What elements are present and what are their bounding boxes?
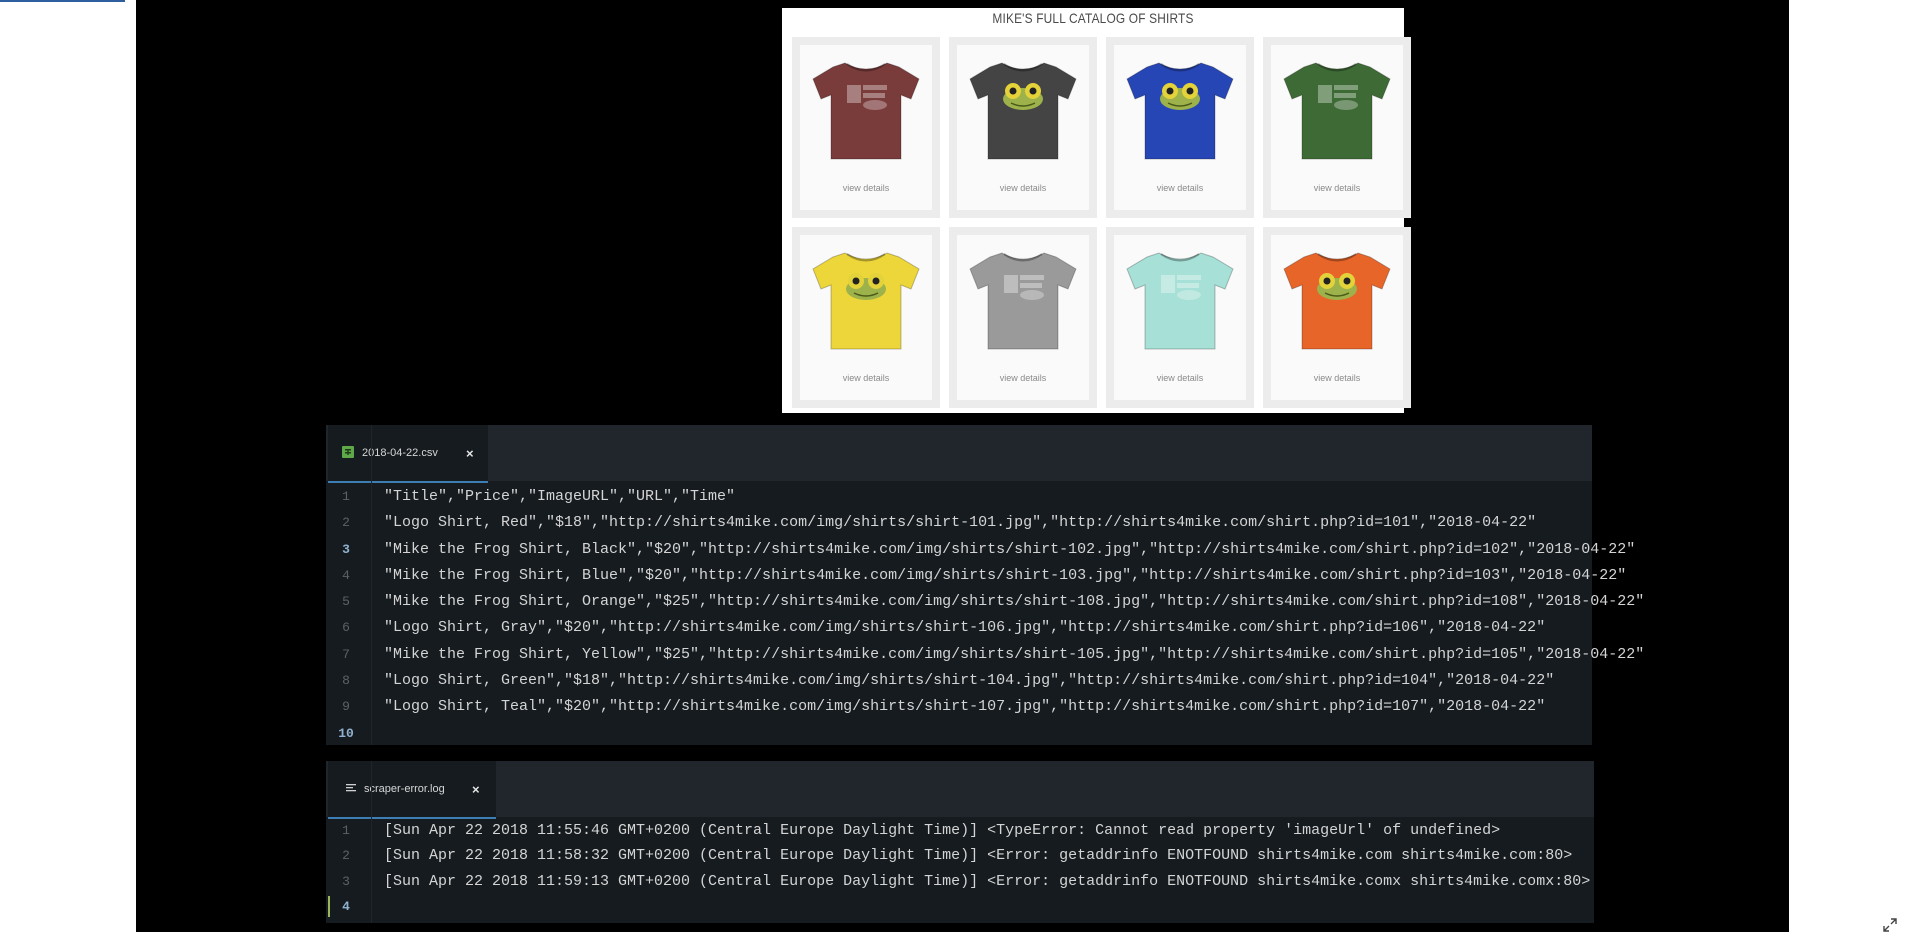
view-details-link[interactable]: view details bbox=[800, 373, 932, 383]
line-number: 1 bbox=[342, 823, 350, 838]
code-line[interactable]: 2 "Logo Shirt, Red","$18","http://shirts4… bbox=[326, 510, 1592, 536]
view-details-link[interactable]: view details bbox=[957, 373, 1089, 383]
product-card-inner: view details bbox=[800, 235, 932, 400]
catalog-title: MIKE'S FULL CATALOG OF SHIRTS bbox=[992, 10, 1194, 26]
code-line[interactable]: 4 bbox=[326, 894, 1594, 919]
code-line[interactable]: 5 "Mike the Frog Shirt, Orange","$25","ht… bbox=[326, 589, 1644, 615]
close-log-tab-icon[interactable]: × bbox=[472, 782, 480, 797]
code-line[interactable]: 9 "Logo Shirt, Teal","$20","http://shirts… bbox=[326, 694, 1592, 720]
fullscreen-expand-icon[interactable] bbox=[1882, 917, 1898, 933]
product-card-inner: view details bbox=[957, 45, 1089, 210]
log-tab-label: scraper-error.log bbox=[364, 783, 445, 795]
video-stage: MIKE'S FULL CATALOG OF SHIRTS view detai… bbox=[136, 0, 1789, 932]
text-file-icon bbox=[346, 783, 356, 796]
view-details-link[interactable]: view details bbox=[1271, 183, 1403, 193]
product-card[interactable]: view details bbox=[1263, 227, 1411, 408]
csv-code-area[interactable]: 1 "Title","Price","ImageURL","URL","Time"… bbox=[326, 484, 1644, 747]
code-line[interactable]: 3 [Sun Apr 22 2018 11:59:13 GMT+0200 (Cen… bbox=[326, 869, 1594, 894]
code-text: "Logo Shirt, Teal","$20","http://shirts4… bbox=[384, 698, 1546, 716]
product-card[interactable]: view details bbox=[1263, 37, 1411, 218]
line-number: 1 bbox=[342, 489, 350, 504]
line-number: 3 bbox=[342, 873, 350, 889]
top-accent-bar bbox=[0, 0, 125, 2]
line-number: 2 bbox=[342, 848, 350, 864]
code-line[interactable]: 2 [Sun Apr 22 2018 11:58:32 GMT+0200 (Cen… bbox=[326, 843, 1594, 868]
line-number: 6 bbox=[342, 620, 350, 636]
product-card[interactable]: view details bbox=[1106, 37, 1254, 218]
line-number: 7 bbox=[342, 646, 350, 662]
product-card-inner: view details bbox=[800, 45, 932, 210]
code-text: [Sun Apr 22 2018 11:55:46 GMT+0200 (Cent… bbox=[384, 822, 1501, 839]
code-line[interactable]: 7 "Mike the Frog Shirt, Yellow","$25","ht… bbox=[326, 642, 1644, 668]
product-card-inner: view details bbox=[957, 235, 1089, 400]
code-text: [Sun Apr 22 2018 11:59:13 GMT+0200 (Cent… bbox=[384, 872, 1591, 890]
product-card-inner: view details bbox=[1114, 45, 1246, 210]
code-text: [Sun Apr 22 2018 11:58:32 GMT+0200 (Cent… bbox=[384, 847, 1573, 865]
code-line[interactable]: 6 "Logo Shirt, Gray","$20","http://shirts… bbox=[326, 615, 1592, 641]
product-card[interactable]: view details bbox=[949, 37, 1097, 218]
log-editor-pane: scraper-error.log × 1 [Sun Apr 22 2018 11… bbox=[326, 761, 1594, 923]
product-card[interactable]: view details bbox=[792, 227, 940, 408]
log-code-area[interactable]: 1 [Sun Apr 22 2018 11:55:46 GMT+0200 (Cen… bbox=[326, 818, 1594, 919]
code-line[interactable]: 1 "Title","Price","ImageURL","URL","Time" bbox=[326, 484, 1592, 510]
code-line[interactable]: 10 bbox=[326, 721, 1592, 747]
line-number: 2 bbox=[342, 515, 350, 531]
view-details-link[interactable]: view details bbox=[1114, 373, 1246, 383]
line-number: 4 bbox=[342, 567, 350, 583]
line-number: 5 bbox=[342, 594, 350, 610]
product-card-inner: view details bbox=[1271, 45, 1403, 210]
product-card[interactable]: view details bbox=[949, 227, 1097, 408]
code-line[interactable]: 8 "Logo Shirt, Green","$18","http://shirt… bbox=[326, 668, 1592, 694]
view-details-link[interactable]: view details bbox=[1114, 183, 1246, 193]
code-text: "Logo Shirt, Green","$18","http://shirts… bbox=[384, 672, 1555, 690]
shirt-catalog-page: MIKE'S FULL CATALOG OF SHIRTS view detai… bbox=[782, 8, 1411, 413]
code-text: "Logo Shirt, Red","$18","http://shirts4m… bbox=[384, 514, 1537, 532]
code-text: "Mike the Frog Shirt, Orange","$25","htt… bbox=[384, 593, 1645, 611]
line-number: 8 bbox=[342, 673, 350, 689]
code-text: "Logo Shirt, Gray","$20","http://shirts4… bbox=[384, 619, 1546, 637]
view-details-link[interactable]: view details bbox=[957, 183, 1089, 193]
code-text: "Mike the Frog Shirt, Black","$20","http… bbox=[384, 540, 1636, 558]
line-number: 9 bbox=[342, 699, 350, 715]
code-text: "Title","Price","ImageURL","URL","Time" bbox=[384, 488, 736, 505]
tab-log-file[interactable]: scraper-error.log × bbox=[328, 761, 496, 819]
line-number: 3 bbox=[342, 541, 350, 557]
close-csv-tab-icon[interactable]: × bbox=[466, 446, 474, 461]
code-line[interactable]: 3 "Mike the Frog Shirt, Black","$20","htt… bbox=[326, 537, 1635, 563]
log-tab-bar: scraper-error.log × bbox=[326, 761, 1594, 819]
spreadsheet-icon bbox=[342, 445, 354, 461]
code-text: "Mike the Frog Shirt, Blue","$20","http:… bbox=[384, 566, 1627, 584]
product-grid: view details view details view details view… bbox=[792, 37, 1411, 408]
view-details-link[interactable]: view details bbox=[1271, 373, 1403, 383]
product-card-inner: view details bbox=[1114, 235, 1246, 400]
code-line[interactable]: 4 "Mike the Frog Shirt, Blue","$20","http… bbox=[326, 563, 1626, 589]
code-line[interactable]: 1 [Sun Apr 22 2018 11:55:46 GMT+0200 (Cen… bbox=[326, 818, 1594, 843]
code-text: "Mike the Frog Shirt, Yellow","$25","htt… bbox=[384, 645, 1645, 663]
tab-csv-file[interactable]: 2018-04-22.csv × bbox=[328, 425, 488, 483]
csv-tab-bar: 2018-04-22.csv × bbox=[326, 425, 1592, 483]
product-card[interactable]: view details bbox=[792, 37, 940, 218]
line-number: 4 bbox=[342, 898, 350, 914]
line-number: 10 bbox=[338, 725, 354, 741]
product-card-inner: view details bbox=[1271, 235, 1403, 400]
csv-tab-label: 2018-04-22.csv bbox=[362, 447, 438, 459]
csv-editor-pane: 2018-04-22.csv × 1 "Title","Price","Image… bbox=[326, 425, 1644, 747]
cursor-line-marker bbox=[328, 895, 330, 918]
product-card[interactable]: view details bbox=[1106, 227, 1254, 408]
view-details-link[interactable]: view details bbox=[800, 183, 932, 193]
